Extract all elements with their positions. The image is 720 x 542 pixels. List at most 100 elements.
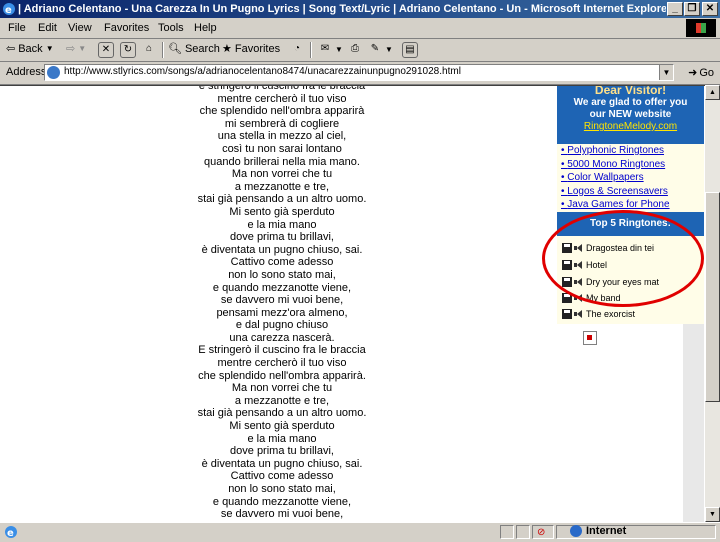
- lyric-line: è diventata un pugno chiuso, sai.: [201, 457, 363, 470]
- lyric-line: e la mia mano: [247, 218, 317, 231]
- link-polyphonic-ringtones[interactable]: • Polyphonic Ringtones: [557, 144, 704, 158]
- lyric-line: e stringerò il cuscino fra le braccia: [198, 85, 366, 92]
- window-title: | Adriano Celentano - Una Carezza In Un …: [18, 3, 666, 15]
- back-button[interactable]: ⇦ Back ▼: [6, 42, 54, 56]
- red-highlight-circle: [542, 210, 704, 307]
- lyric-line: a mezzanotte e tre,: [234, 180, 330, 193]
- close-button[interactable]: ✕: [702, 2, 718, 16]
- address-bar: Address http://www.stlyrics.com/songs/a/…: [0, 62, 720, 85]
- mail-icon: ✉: [320, 43, 330, 54]
- lyric-line: mi sembrerà di cogliere: [224, 117, 340, 130]
- lyric-line: una stella in mezzo al ciel,: [217, 130, 347, 143]
- lyric-line: dove prima tu brillavi,: [230, 445, 334, 458]
- save-disk-icon[interactable]: [562, 309, 572, 319]
- status-panel: ⊘: [532, 525, 554, 539]
- link-mono-ringtones[interactable]: • 5000 Mono Ringtones: [557, 158, 704, 172]
- address-input[interactable]: http://www.stlyrics.com/songs/a/adrianoc…: [44, 64, 674, 81]
- forward-button[interactable]: ⇨ ▼: [66, 42, 86, 55]
- scroll-up-button[interactable]: ▲: [705, 85, 720, 100]
- lyric-line: e quando mezzanotte viene,: [212, 281, 352, 294]
- forward-arrow-icon: ⇨: [66, 43, 76, 55]
- lyric-line: quando brillerai nella mia mano.: [204, 155, 360, 168]
- history-icon: ◔: [293, 43, 301, 54]
- menu-tools[interactable]: Tools: [158, 22, 184, 34]
- link-label: 5000 Mono Ringtones: [567, 158, 666, 170]
- speaker-icon[interactable]: [574, 309, 584, 319]
- discuss-icon: ▤: [402, 42, 418, 58]
- print-button[interactable]: ⎙: [348, 42, 362, 56]
- address-label: Address: [6, 66, 47, 78]
- menu-favorites[interactable]: Favorites: [104, 22, 149, 34]
- menu-view[interactable]: View: [68, 22, 92, 34]
- ringtonemelody-link[interactable]: RingtoneMelody.com: [557, 121, 704, 132]
- windows-logo-icon: [686, 19, 716, 37]
- link-label: Polyphonic Ringtones: [567, 145, 665, 156]
- lyrics-text: e stringerò il cuscino fra le braccia men…: [100, 85, 464, 521]
- blocked-icon: ⊘: [537, 527, 546, 538]
- discuss-button[interactable]: ▤: [402, 42, 418, 58]
- lyric-line: Mi sento già sperduto: [229, 205, 335, 218]
- minimize-button[interactable]: _: [667, 2, 683, 16]
- lyric-line: a mezzanotte e tre,: [234, 394, 330, 407]
- visitor-banner: Dear Visitor! We are glad to offer you o…: [557, 86, 704, 144]
- lyric-line: Ma non vorrei che tu: [231, 168, 333, 181]
- favorites-button[interactable]: ★ Favorites: [222, 42, 281, 56]
- lyric-line: che splendido nell'ombra apparirà: [199, 105, 365, 118]
- zone-label: Internet: [586, 525, 627, 537]
- maximize-button[interactable]: ❐: [684, 2, 700, 16]
- favorites-label: Favorites: [234, 42, 281, 55]
- scroll-down-button[interactable]: ▼: [705, 507, 720, 522]
- svg-text:e: e: [7, 528, 14, 539]
- lyric-line: se davvero mi vuoi bene,: [220, 294, 344, 307]
- favorites-icon: ★: [222, 43, 232, 55]
- link-color-wallpapers[interactable]: • Color Wallpapers: [557, 171, 704, 185]
- ringtone-item[interactable]: The exorcist: [562, 307, 635, 321]
- lyric-line: stai già pensando a un altro uomo.: [197, 193, 367, 206]
- sidebar-grey-column: [683, 324, 704, 523]
- go-button[interactable]: ➜ Go: [688, 66, 714, 80]
- lyric-line: così tu non sarai lontano: [222, 142, 342, 155]
- mail-button[interactable]: ✉ ▼: [318, 42, 343, 56]
- lyric-line: dove prima tu brillavi,: [230, 231, 334, 244]
- link-label: Java Games for Phone: [567, 199, 670, 210]
- ie-logo-icon: e: [2, 2, 16, 16]
- stop-icon: ✕: [98, 42, 114, 58]
- chevron-down-icon[interactable]: ▼: [659, 65, 673, 80]
- back-label: Back: [18, 42, 43, 55]
- edit-button[interactable]: ✎ ▼: [368, 42, 393, 56]
- lyric-line: Ma non vorrei che tu: [231, 382, 333, 395]
- stop-button[interactable]: ✕: [98, 42, 114, 58]
- scroll-thumb[interactable]: [705, 192, 720, 402]
- chevron-down-icon: ▼: [45, 44, 54, 53]
- refresh-button[interactable]: ↻: [120, 42, 136, 58]
- lyric-line: e la mia mano: [247, 432, 317, 445]
- page-icon: [47, 66, 60, 79]
- security-zone: Internet: [570, 525, 626, 537]
- lyric-line: che splendido nell'ombra apparirà.: [198, 369, 366, 382]
- home-icon: ⌂: [145, 43, 153, 54]
- status-bar: e ⊘ Internet: [0, 522, 720, 541]
- lyric-line: una carezza nascerà.: [229, 331, 335, 344]
- go-label: Go: [699, 66, 714, 79]
- home-button[interactable]: ⌂: [142, 42, 156, 56]
- lyric-line: mentre cercherò il tuo viso: [217, 92, 347, 105]
- link-logos-screensavers[interactable]: • Logos & Screensavers: [557, 185, 704, 199]
- lyric-line: E stringerò il cuscino fra le braccia: [198, 344, 366, 357]
- menu-help[interactable]: Help: [194, 22, 217, 34]
- menu-edit[interactable]: Edit: [38, 22, 57, 34]
- edit-icon: ✎: [370, 43, 380, 54]
- search-button[interactable]: 🔍︎ Search: [168, 42, 220, 56]
- chevron-down-icon: ▼: [385, 44, 393, 54]
- status-panel: [500, 525, 514, 539]
- history-button[interactable]: ◔: [290, 42, 304, 56]
- lyric-line: Cattivo come adesso: [230, 470, 334, 483]
- toolbar: ⇦ Back ▼ ⇨ ▼ ✕ ↻ ⌂ 🔍︎ Search ★ Favorites…: [0, 39, 720, 62]
- svg-text:e: e: [5, 5, 12, 16]
- lyric-line: e quando mezzanotte viene,: [212, 495, 352, 508]
- vertical-scrollbar[interactable]: ▲ ▼: [705, 85, 720, 522]
- lyric-line: Mi sento già sperduto: [229, 420, 335, 433]
- print-icon: ⎙: [351, 43, 359, 54]
- menu-file[interactable]: File: [8, 22, 26, 34]
- visitor-text-2: our NEW website: [589, 109, 672, 120]
- window-title-bar[interactable]: e | Adriano Celentano - Una Carezza In U…: [0, 0, 720, 18]
